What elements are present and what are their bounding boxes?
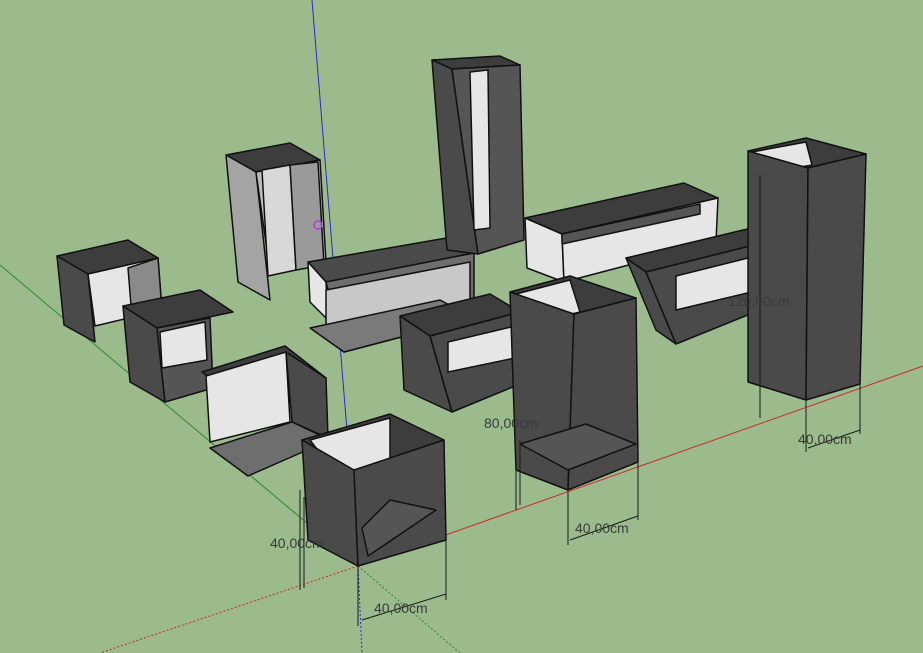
dimension-label: 40,00cm: [798, 431, 852, 447]
dimension-label: 120,00cm: [728, 293, 789, 309]
dimension-label: 40,00cm: [575, 520, 629, 536]
dimension-label: 40,00cm: [270, 535, 324, 551]
sketchup-viewport[interactable]: 40,00cm 40,00cm 80,00cm 40,00cm 120,00cm…: [0, 0, 923, 653]
cabinet-tall-back[interactable]: [431, 55, 525, 255]
dimension-label: 80,00cm: [484, 415, 538, 431]
model-canvas[interactable]: 40,00cm 40,00cm 80,00cm 40,00cm 120,00cm…: [0, 0, 923, 653]
cabinet-80-front[interactable]: [509, 275, 639, 491]
dimension-label: 40,00cm: [374, 600, 428, 616]
cabinet-tall-right[interactable]: [747, 137, 867, 401]
